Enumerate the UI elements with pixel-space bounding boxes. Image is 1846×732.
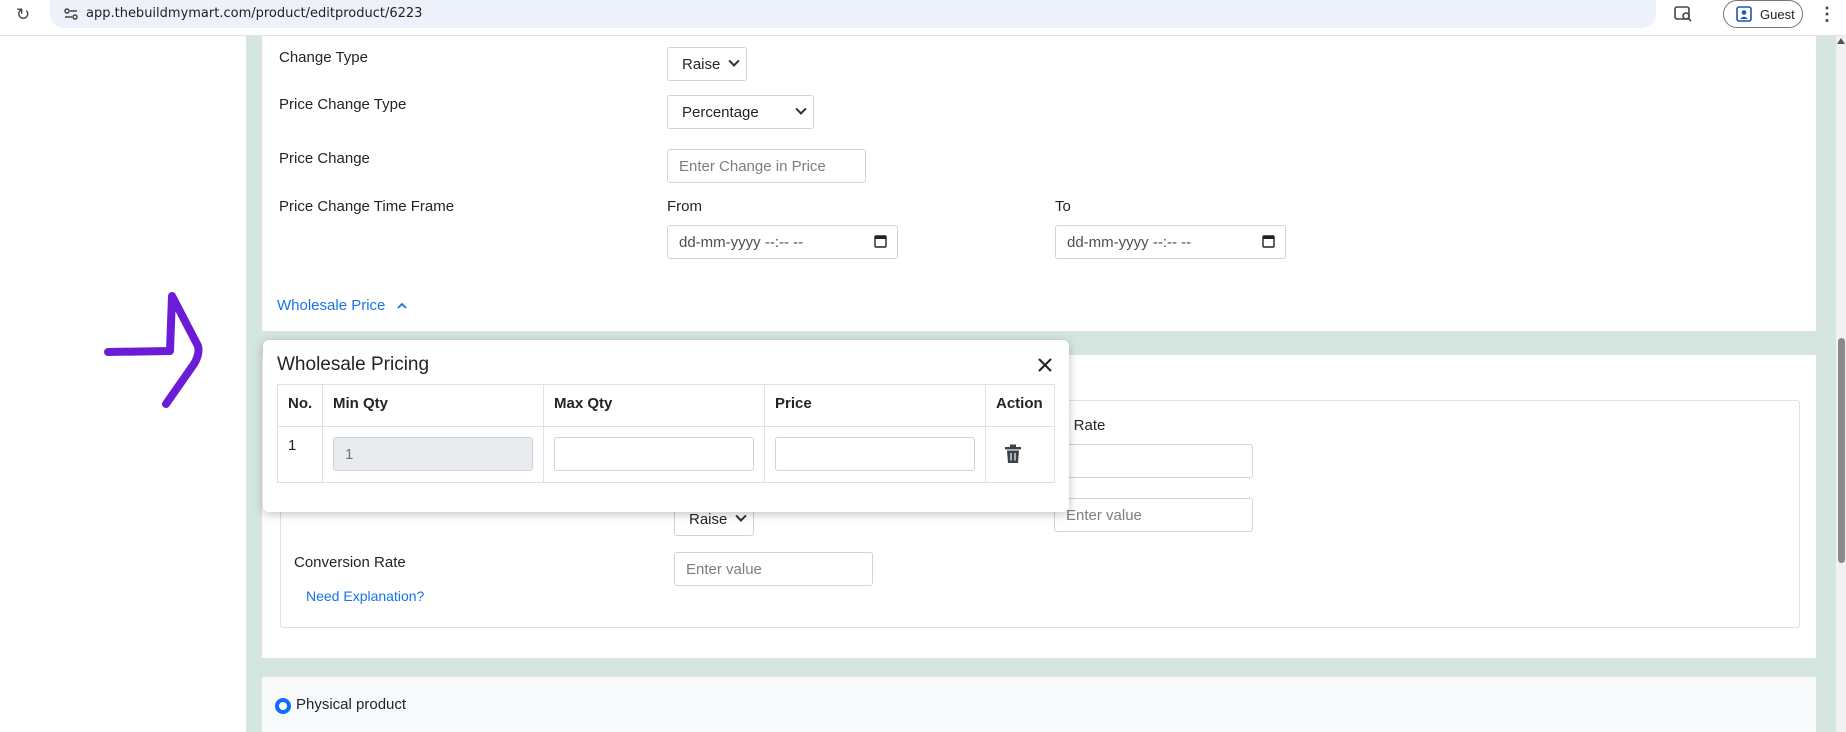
price-change-label: Price Change: [279, 150, 370, 167]
kebab-menu-icon[interactable]: ⋮: [1818, 3, 1836, 25]
from-date-placeholder: dd-mm-yyyy --:-- --: [679, 234, 804, 251]
lens-icon[interactable]: [1672, 3, 1694, 25]
action-cell: [985, 426, 1055, 483]
trash-icon[interactable]: [1004, 444, 1022, 464]
col-min-qty: Min Qty: [322, 384, 544, 427]
modal-title: Wholesale Pricing: [277, 354, 430, 375]
row-number: 1: [277, 426, 323, 483]
min-qty-input: 1: [333, 437, 533, 471]
page-scrollbar[interactable]: [1836, 36, 1846, 732]
need-explanation-link[interactable]: Need Explanation?: [306, 588, 424, 604]
table-row: 1 1: [277, 426, 1055, 483]
guest-label: Guest: [1760, 7, 1795, 22]
conversion-rate-label: Conversion Rate: [294, 554, 406, 571]
close-icon[interactable]: [1034, 354, 1056, 376]
to-label: To: [1055, 198, 1071, 215]
scrollbar-thumb[interactable]: [1838, 338, 1845, 563]
change-type-select[interactable]: Raise: [667, 47, 747, 81]
price-change-type-label: Price Change Type: [279, 96, 407, 113]
profile-icon: [1736, 6, 1752, 22]
chevron-down-icon: [795, 103, 807, 115]
physical-product-label: Physical product: [296, 696, 407, 713]
address-bar[interactable]: app.thebuildmymart.com/product/editprodu…: [50, 0, 1656, 28]
max-qty-cell: [543, 426, 765, 483]
annotation-arrow-icon: [104, 292, 203, 408]
price-input[interactable]: [775, 437, 975, 471]
scroll-up-arrow-icon[interactable]: [1837, 38, 1845, 44]
calendar-icon[interactable]: [1262, 234, 1275, 248]
raise-value: Raise: [689, 511, 728, 528]
value-input[interactable]: Enter value: [1054, 498, 1253, 532]
conversion-rate-input[interactable]: Enter value: [674, 552, 873, 586]
to-date-input[interactable]: dd-mm-yyyy --:-- --: [1055, 225, 1286, 259]
browser-toolbar: ↻ app.thebuildmymart.com/product/editpro…: [0, 0, 1846, 36]
min-qty-cell: 1: [322, 426, 544, 483]
site-info-icon[interactable]: [62, 5, 80, 23]
chevron-down-icon: [728, 55, 740, 67]
tax-rate-input[interactable]: [1054, 444, 1253, 478]
price-change-input[interactable]: Enter Change in Price: [667, 149, 866, 183]
reload-icon[interactable]: ↻: [12, 4, 34, 26]
chevron-down-icon: [735, 510, 747, 522]
time-frame-label: Price Change Time Frame: [279, 198, 455, 215]
table-header-row: No. Min Qty Max Qty Price Action: [277, 384, 1055, 427]
change-type-label: Change Type: [279, 49, 368, 66]
physical-product-radio[interactable]: [275, 698, 291, 714]
price-cell: [764, 426, 986, 483]
guest-profile-button[interactable]: Guest: [1723, 0, 1803, 28]
price-change-type-value: Percentage: [682, 104, 759, 121]
col-action: Action: [985, 384, 1055, 427]
col-max-qty: Max Qty: [543, 384, 765, 427]
from-label: From: [667, 198, 702, 215]
wholesale-pricing-modal: Wholesale Pricing No. Min Qty Max Qty Pr…: [263, 340, 1069, 512]
calendar-icon[interactable]: [874, 234, 887, 248]
chevron-up-icon[interactable]: [395, 299, 409, 313]
col-no: No.: [277, 384, 323, 427]
col-price: Price: [764, 384, 986, 427]
price-change-type-select[interactable]: Percentage: [667, 95, 814, 129]
product-type-card: [261, 676, 1817, 732]
wholesale-table: No. Min Qty Max Qty Price Action 1 1: [277, 384, 1055, 483]
url-text[interactable]: app.thebuildmymart.com/product/editprodu…: [86, 6, 422, 21]
wholesale-price-toggle[interactable]: Wholesale Price: [277, 297, 385, 314]
to-date-placeholder: dd-mm-yyyy --:-- --: [1067, 234, 1192, 251]
from-date-input[interactable]: dd-mm-yyyy --:-- --: [667, 225, 898, 259]
change-type-value: Raise: [682, 56, 721, 73]
price-change-card: [261, 36, 1817, 332]
max-qty-input[interactable]: [554, 437, 754, 471]
